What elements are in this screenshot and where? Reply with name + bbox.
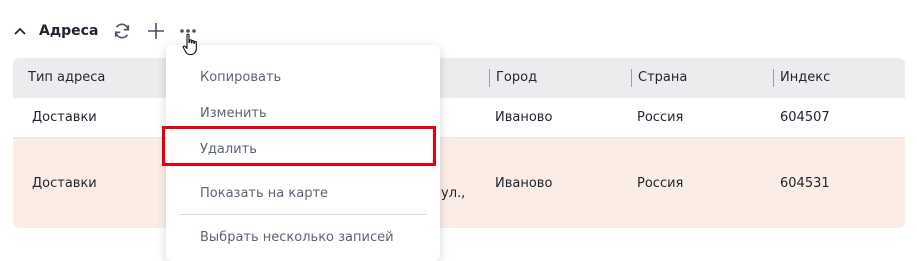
column-header-address-type[interactable]: Тип адреса <box>28 69 105 87</box>
section-header: Адреса <box>13 17 198 45</box>
column-header-index[interactable]: Индекс <box>773 69 830 87</box>
cell-index: 604507 <box>780 110 830 125</box>
cell-address-type: Доставки <box>32 176 97 191</box>
addresses-table: Тип адреса Город Страна Индекс Доставки … <box>13 58 905 228</box>
cell-city: Иваново <box>495 176 553 191</box>
cell-country: Россия <box>637 110 684 125</box>
menu-item-select-multiple[interactable]: Выбрать несколько записей <box>200 230 394 245</box>
cell-address-tail: ул., <box>441 186 466 201</box>
cell-address-type: Доставки <box>32 110 97 125</box>
refresh-icon[interactable] <box>112 21 132 41</box>
column-header-country[interactable]: Страна <box>631 69 687 87</box>
context-menu: Копировать Изменить Удалить Показать на … <box>166 45 440 261</box>
section-title: Адреса <box>39 23 99 39</box>
more-horizontal-icon[interactable] <box>178 21 198 41</box>
menu-item-edit[interactable]: Изменить <box>200 106 267 121</box>
table-header: Тип адреса Город Страна Индекс <box>13 58 905 98</box>
chevron-up-icon[interactable] <box>13 24 27 38</box>
menu-item-copy[interactable]: Копировать <box>200 70 281 85</box>
cell-city: Иваново <box>495 110 553 125</box>
table-row[interactable]: Доставки Иваново Россия 604507 <box>13 98 905 138</box>
cell-index: 604531 <box>780 176 830 191</box>
plus-icon[interactable] <box>146 21 166 41</box>
menu-item-delete[interactable]: Удалить <box>200 142 257 157</box>
table-row-selected[interactable]: Доставки ул., Иваново Россия 604531 <box>13 138 905 228</box>
cell-country: Россия <box>637 176 684 191</box>
column-header-city[interactable]: Город <box>489 69 537 87</box>
menu-divider <box>179 214 427 215</box>
menu-item-show-on-map[interactable]: Показать на карте <box>200 186 328 201</box>
